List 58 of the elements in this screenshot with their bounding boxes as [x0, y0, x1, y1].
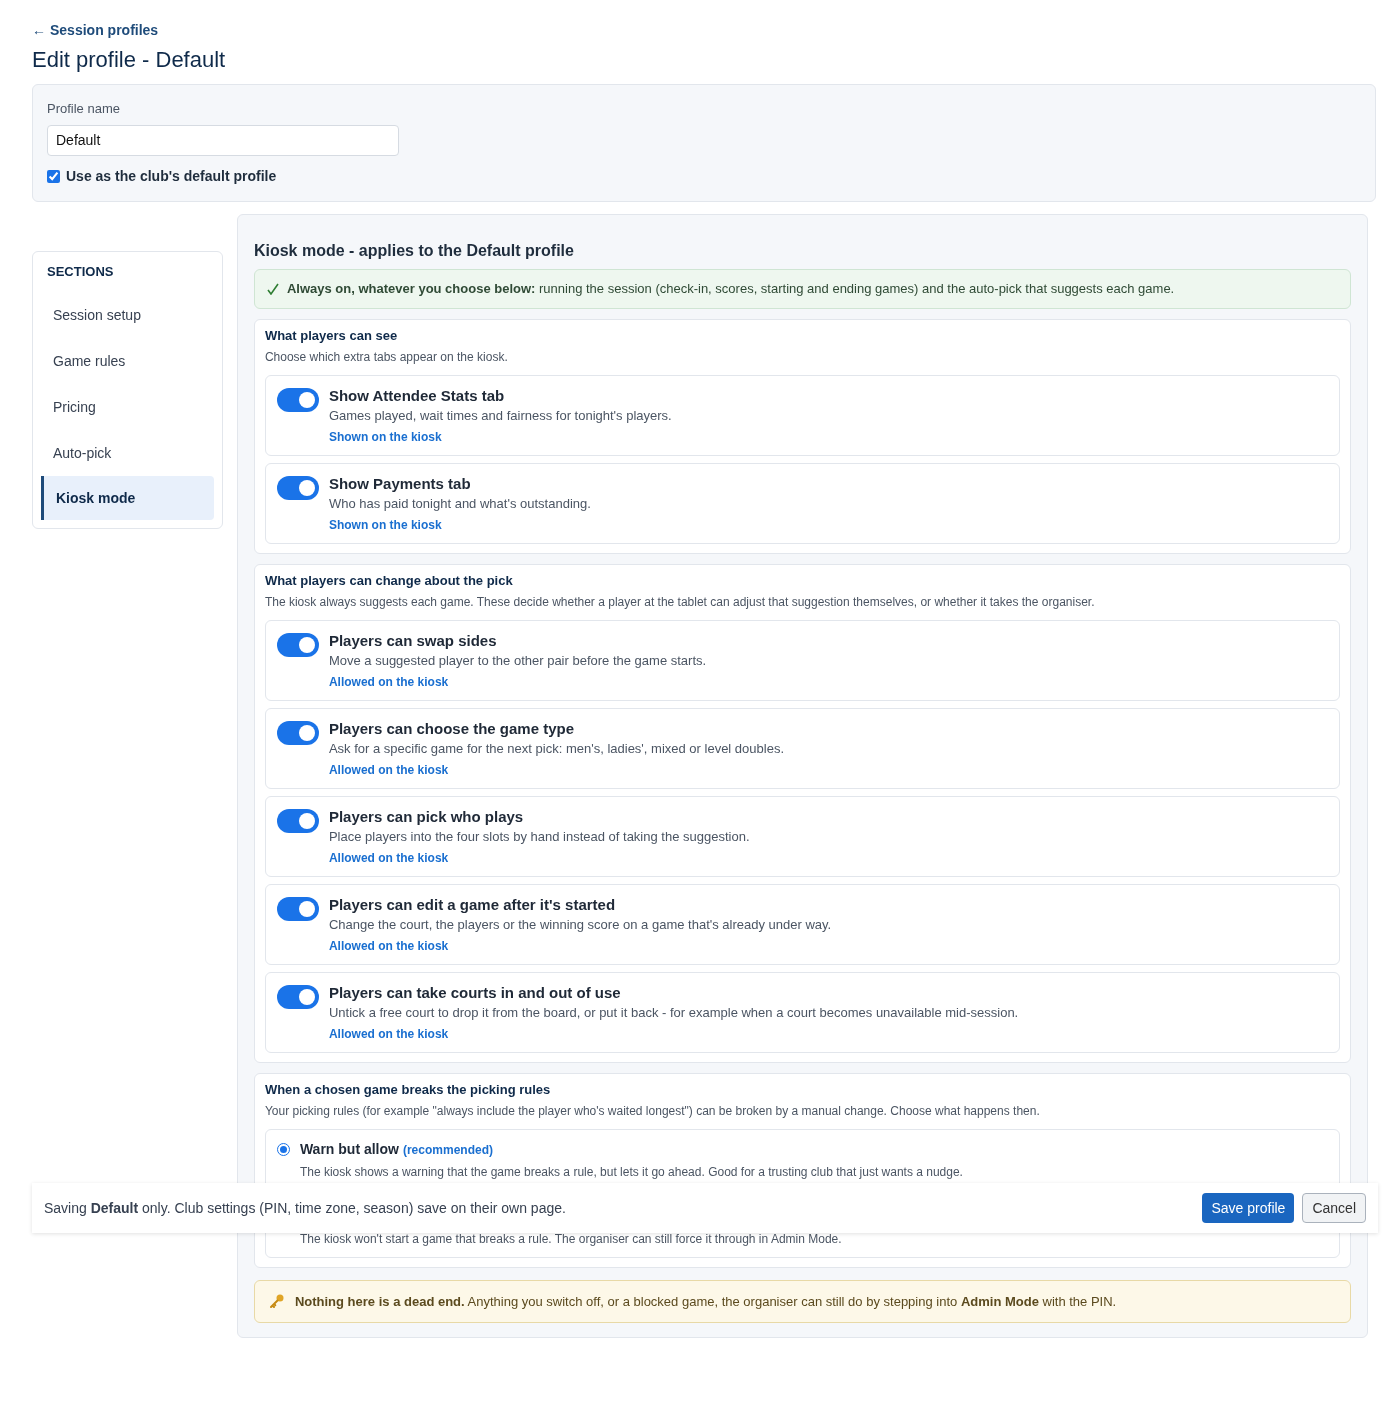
option-description: Ask for a specific game for the next pick: men's, ladies', mixed or level doubles.: [328, 739, 785, 758]
sidebar-item[interactable]: Pricing: [41, 383, 214, 430]
status-text: Allowed on the kiosk: [328, 673, 450, 690]
group-subtitle: The kiosk always suggests each game. These decide whether a player at the tablet can adjust that suggestion themselves, or whether it takes the organiser.: [264, 593, 1096, 610]
option-description: Untick a free court to drop it from the board, or put it back - for example when a court becomes unavailable mid-session.: [328, 1003, 1019, 1022]
sidebar-heading: SECTIONS: [46, 262, 115, 281]
option-description: The kiosk shows a warning that the game breaks a rule, but lets it go ahead. Good for a trusting club that just wants a nudge.: [299, 1163, 963, 1180]
option-title: Players can swap sides: [328, 630, 498, 651]
status-text: Allowed on the kiosk: [328, 849, 450, 866]
sidebar-item[interactable]: Session setup: [41, 291, 214, 338]
status-text: Allowed on the kiosk: [328, 937, 450, 954]
profile-name-input[interactable]: Default: [47, 124, 399, 156]
option-description: Who has paid tonight and what's outstanding.: [328, 494, 591, 513]
group-title: When a chosen game breaks the picking rules: [264, 1081, 552, 1098]
option-description: The kiosk won't start a game that breaks a rule. The organiser can still force it through in Admin Mode.: [299, 1230, 842, 1247]
option-title: Show Payments tab: [328, 473, 472, 494]
section-heading: Kiosk mode - applies to the Default profile: [253, 240, 575, 261]
option-description: Move a suggested player to the other pair before the game starts.: [328, 651, 707, 670]
status-text: Allowed on the kiosk: [328, 1025, 450, 1042]
option-title: Show Attendee Stats tab: [328, 385, 506, 406]
back-link[interactable]: ← Session profiles: [32, 21, 159, 39]
group-subtitle: Choose which extra tabs appear on the kiosk.: [264, 348, 509, 365]
default-checkbox[interactable]: [47, 169, 60, 183]
option-title: Players can edit a game after it's started: [328, 894, 617, 915]
status-text: Shown on the kiosk: [328, 428, 443, 445]
status-text: Shown on the kiosk: [328, 516, 443, 533]
toggle-switch[interactable]: [276, 387, 319, 412]
sidebar-item[interactable]: Kiosk mode: [41, 475, 214, 520]
checkbox-label: Use as the club's default profile: [66, 166, 277, 186]
save-button[interactable]: Save profile: [1202, 1193, 1295, 1223]
option-description: Change the court, the players or the winning score on a game that's already under way.: [328, 915, 832, 934]
key-icon: [268, 1293, 285, 1310]
toggle-switch[interactable]: [276, 808, 319, 833]
status-text: Allowed on the kiosk: [328, 761, 450, 778]
toggle-switch[interactable]: [276, 632, 319, 657]
option-description: Place players into the four slots by hand instead of taking the suggestion.: [328, 827, 750, 846]
sidebar-item[interactable]: Game rules: [41, 337, 214, 384]
field-label: Profile name: [47, 100, 121, 118]
option-title: Players can pick who plays: [328, 806, 525, 827]
cancel-button[interactable]: Cancel: [1302, 1193, 1366, 1223]
toggle-switch[interactable]: [276, 896, 319, 921]
option-title: Warn but allow: [299, 1139, 399, 1158]
option-title: Players can choose the game type: [328, 718, 575, 739]
page-title: Edit profile - Default: [32, 46, 227, 74]
notice-text: Always on, whatever you choose below: running the session (check-in, scores, starting and ending games) and the auto-pick that suggests each game.: [286, 279, 1175, 298]
group-subtitle: Your picking rules (for example "always include the player who's waited longest") can be broken by a manual change. Choose what happens then.: [264, 1102, 1041, 1119]
option-title: Players can take courts in and out of use: [328, 982, 622, 1003]
save-bar-text: Saving Default only. Club settings (PIN, time zone, season) save on their own page.: [44, 1198, 566, 1218]
toggle-switch[interactable]: [276, 475, 319, 500]
tip-text: Nothing here is a dead end. Anything you switch off, or a blocked game, the organiser can still do by stepping into Admin Mode with the PIN.: [294, 1292, 1117, 1311]
recommended-note: (recommended): [402, 1141, 493, 1159]
group-title: What players can see: [264, 327, 399, 344]
toggle-switch[interactable]: [276, 720, 319, 745]
group-title: What players can change about the pick: [264, 572, 514, 589]
sidebar-item[interactable]: Auto-pick: [41, 429, 214, 476]
check-icon: [266, 282, 279, 295]
toggle-switch[interactable]: [276, 984, 319, 1009]
option-description: Games played, wait times and fairness for tonight's players.: [328, 406, 672, 425]
